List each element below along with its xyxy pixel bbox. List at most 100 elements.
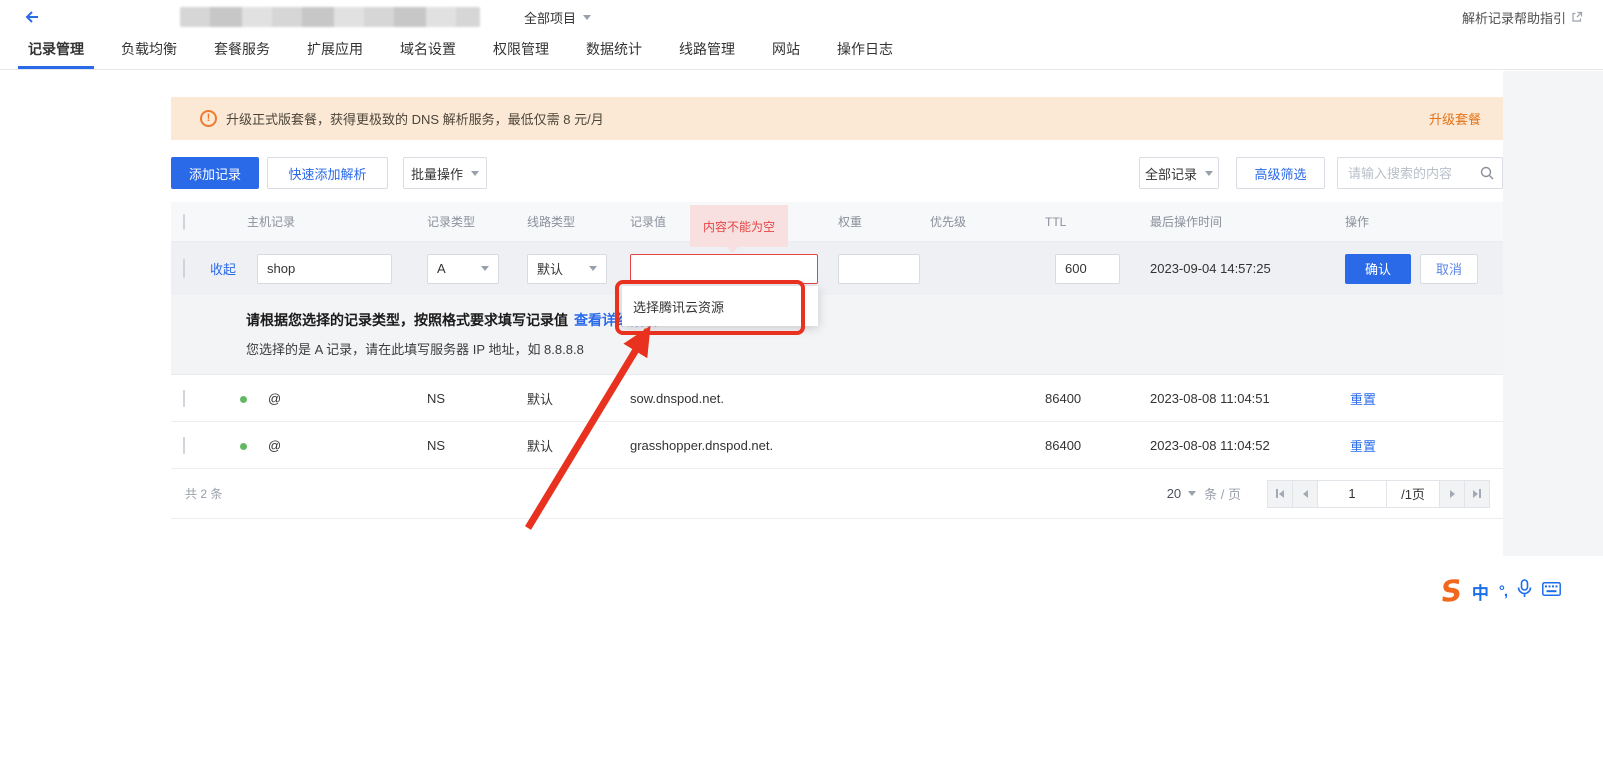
sogou-logo[interactable]: S [1440, 576, 1464, 606]
tab-permissions[interactable]: 权限管理 [493, 33, 549, 69]
line-value: 默认 [527, 436, 630, 455]
search-box [1337, 157, 1503, 189]
line-type-value: 默认 [537, 259, 563, 278]
external-link-icon [1571, 11, 1583, 23]
row-checkbox[interactable] [183, 259, 185, 278]
column-header-type: 记录类型 [427, 213, 527, 230]
time-value: 2023-08-08 11:04:51 [1150, 391, 1345, 406]
tab-record-management[interactable]: 记录管理 [28, 33, 84, 69]
microphone-icon[interactable] [1517, 579, 1532, 603]
help-guide-label: 解析记录帮助指引 [1462, 8, 1566, 27]
table-toolbar: 添加记录 快速添加解析 批量操作 全部记录 高级筛选 [171, 157, 1503, 189]
table-footer: 共 2 条 20 条 / 页 /1页 [171, 469, 1503, 519]
tab-domain-settings[interactable]: 域名设置 [400, 33, 456, 69]
tab-load-balancing[interactable]: 负载均衡 [121, 33, 177, 69]
tab-statistics[interactable]: 数据统计 [586, 33, 642, 69]
record-value: sow.dnspod.net. [630, 391, 838, 406]
pagination: /1页 [1267, 480, 1490, 508]
content-gutter [1503, 71, 1603, 556]
chevron-down-icon [589, 266, 597, 271]
project-selector-label: 全部项目 [524, 8, 576, 27]
search-input[interactable] [1337, 157, 1503, 189]
page-size-unit: 条 / 页 [1204, 484, 1241, 503]
chevron-down-icon [481, 266, 489, 271]
record-filter-select[interactable]: 全部记录 [1139, 157, 1219, 189]
help-guide-link[interactable]: 解析记录帮助指引 [1462, 8, 1583, 27]
resource-dropdown-option[interactable]: 选择腾讯云资源 [622, 286, 818, 326]
cancel-button[interactable]: 取消 [1420, 254, 1478, 284]
host-input[interactable] [257, 254, 392, 284]
status-dot [240, 443, 247, 450]
record-type-value: A [437, 261, 446, 276]
tab-line-management[interactable]: 线路管理 [679, 33, 735, 69]
host-value: @ [268, 438, 281, 453]
type-value: NS [427, 391, 527, 406]
main-content: ! 升级正式版套餐，获得更极致的 DNS 解析服务，最低仅需 8 元/月 升级套… [171, 70, 1503, 519]
last-page-button[interactable] [1464, 480, 1490, 508]
tab-bar: 记录管理 负载均衡 套餐服务 扩展应用 域名设置 权限管理 数据统计 线路管理 … [0, 34, 1603, 70]
row-checkbox[interactable] [183, 390, 185, 407]
advanced-filter-button[interactable]: 高级筛选 [1236, 157, 1325, 189]
page-input[interactable] [1317, 480, 1387, 508]
quick-add-button[interactable]: 快速添加解析 [267, 157, 388, 189]
reset-link[interactable]: 重置 [1350, 439, 1376, 454]
table-header-row: 主机记录 记录类型 线路类型 记录值 权重 优先级 TTL 最后操作时间 操作 [171, 202, 1503, 242]
prev-page-button[interactable] [1292, 480, 1318, 508]
collapse-link[interactable]: 收起 [210, 259, 236, 278]
reset-link[interactable]: 重置 [1350, 392, 1376, 407]
add-record-button[interactable]: 添加记录 [171, 157, 259, 189]
chevron-down-icon [471, 171, 479, 176]
tab-extensions[interactable]: 扩展应用 [307, 33, 363, 69]
batch-ops-label: 批量操作 [411, 164, 463, 183]
column-header-weight: 权重 [838, 213, 930, 230]
record-type-select[interactable]: A [427, 254, 499, 284]
back-button[interactable] [22, 7, 42, 27]
page-size-value: 20 [1167, 486, 1181, 501]
page-size-select[interactable]: 20 [1167, 486, 1196, 501]
total-count: 共 2 条 [185, 485, 222, 502]
ime-punctuation-icon[interactable]: °, [1499, 583, 1507, 600]
record-help-panel: 请根据您选择的记录类型，按照格式要求填写记录值 查看详细指引 您选择的是 A 记… [171, 295, 1503, 375]
record-value-input[interactable] [630, 254, 818, 284]
tab-website[interactable]: 网站 [772, 33, 800, 69]
project-selector[interactable]: 全部项目 [524, 8, 591, 27]
upgrade-plan-link[interactable]: 升级套餐 [1429, 109, 1481, 128]
domain-name-blurred [180, 7, 480, 27]
ime-language-toggle[interactable]: 中 [1472, 579, 1489, 604]
batch-ops-button[interactable]: 批量操作 [403, 157, 487, 189]
table-row: @ NS 默认 sow.dnspod.net. 86400 2023-08-08… [171, 375, 1503, 422]
status-dot [240, 396, 247, 403]
help-title: 请根据您选择的记录类型，按照格式要求填写记录值 [246, 310, 568, 330]
weight-input[interactable] [838, 254, 920, 284]
column-header-priority: 优先级 [930, 213, 1045, 230]
select-all-checkbox[interactable] [183, 214, 185, 230]
edit-row-time: 2023-09-04 14:57:25 [1150, 261, 1345, 276]
column-header-action: 操作 [1345, 213, 1503, 230]
chevron-down-icon [1205, 171, 1213, 176]
line-type-select[interactable]: 默认 [527, 254, 607, 284]
upgrade-banner: ! 升级正式版套餐，获得更极致的 DNS 解析服务，最低仅需 8 元/月 升级套… [171, 97, 1503, 140]
column-header-ttl: TTL [1045, 215, 1150, 229]
confirm-button[interactable]: 确认 [1345, 254, 1411, 284]
arrow-left-icon [23, 8, 41, 26]
ttl-input[interactable] [1055, 254, 1120, 284]
chevron-down-icon [583, 15, 591, 20]
banner-text: 升级正式版套餐，获得更极致的 DNS 解析服务，最低仅需 8 元/月 [226, 109, 604, 128]
next-page-button[interactable] [1439, 480, 1465, 508]
validation-tooltip: 内容不能为空 [690, 205, 788, 247]
column-header-time: 最后操作时间 [1150, 213, 1345, 230]
table-row: @ NS 默认 grasshopper.dnspod.net. 86400 20… [171, 422, 1503, 469]
tab-plan-service[interactable]: 套餐服务 [214, 33, 270, 69]
type-value: NS [427, 438, 527, 453]
row-checkbox[interactable] [183, 437, 185, 454]
line-value: 默认 [527, 389, 630, 408]
tab-operation-log[interactable]: 操作日志 [837, 33, 893, 69]
records-table: 主机记录 记录类型 线路类型 记录值 权重 优先级 TTL 最后操作时间 操作 … [171, 202, 1503, 519]
keyboard-icon[interactable] [1542, 582, 1561, 601]
column-header-host: 主机记录 [207, 213, 427, 230]
record-filter-label: 全部记录 [1145, 164, 1197, 183]
column-header-line: 线路类型 [527, 213, 630, 230]
first-page-button[interactable] [1267, 480, 1293, 508]
edit-record-row: 收起 A 默认 2023-09-04 14:57:25 确 [171, 242, 1503, 295]
search-icon[interactable] [1480, 166, 1494, 185]
